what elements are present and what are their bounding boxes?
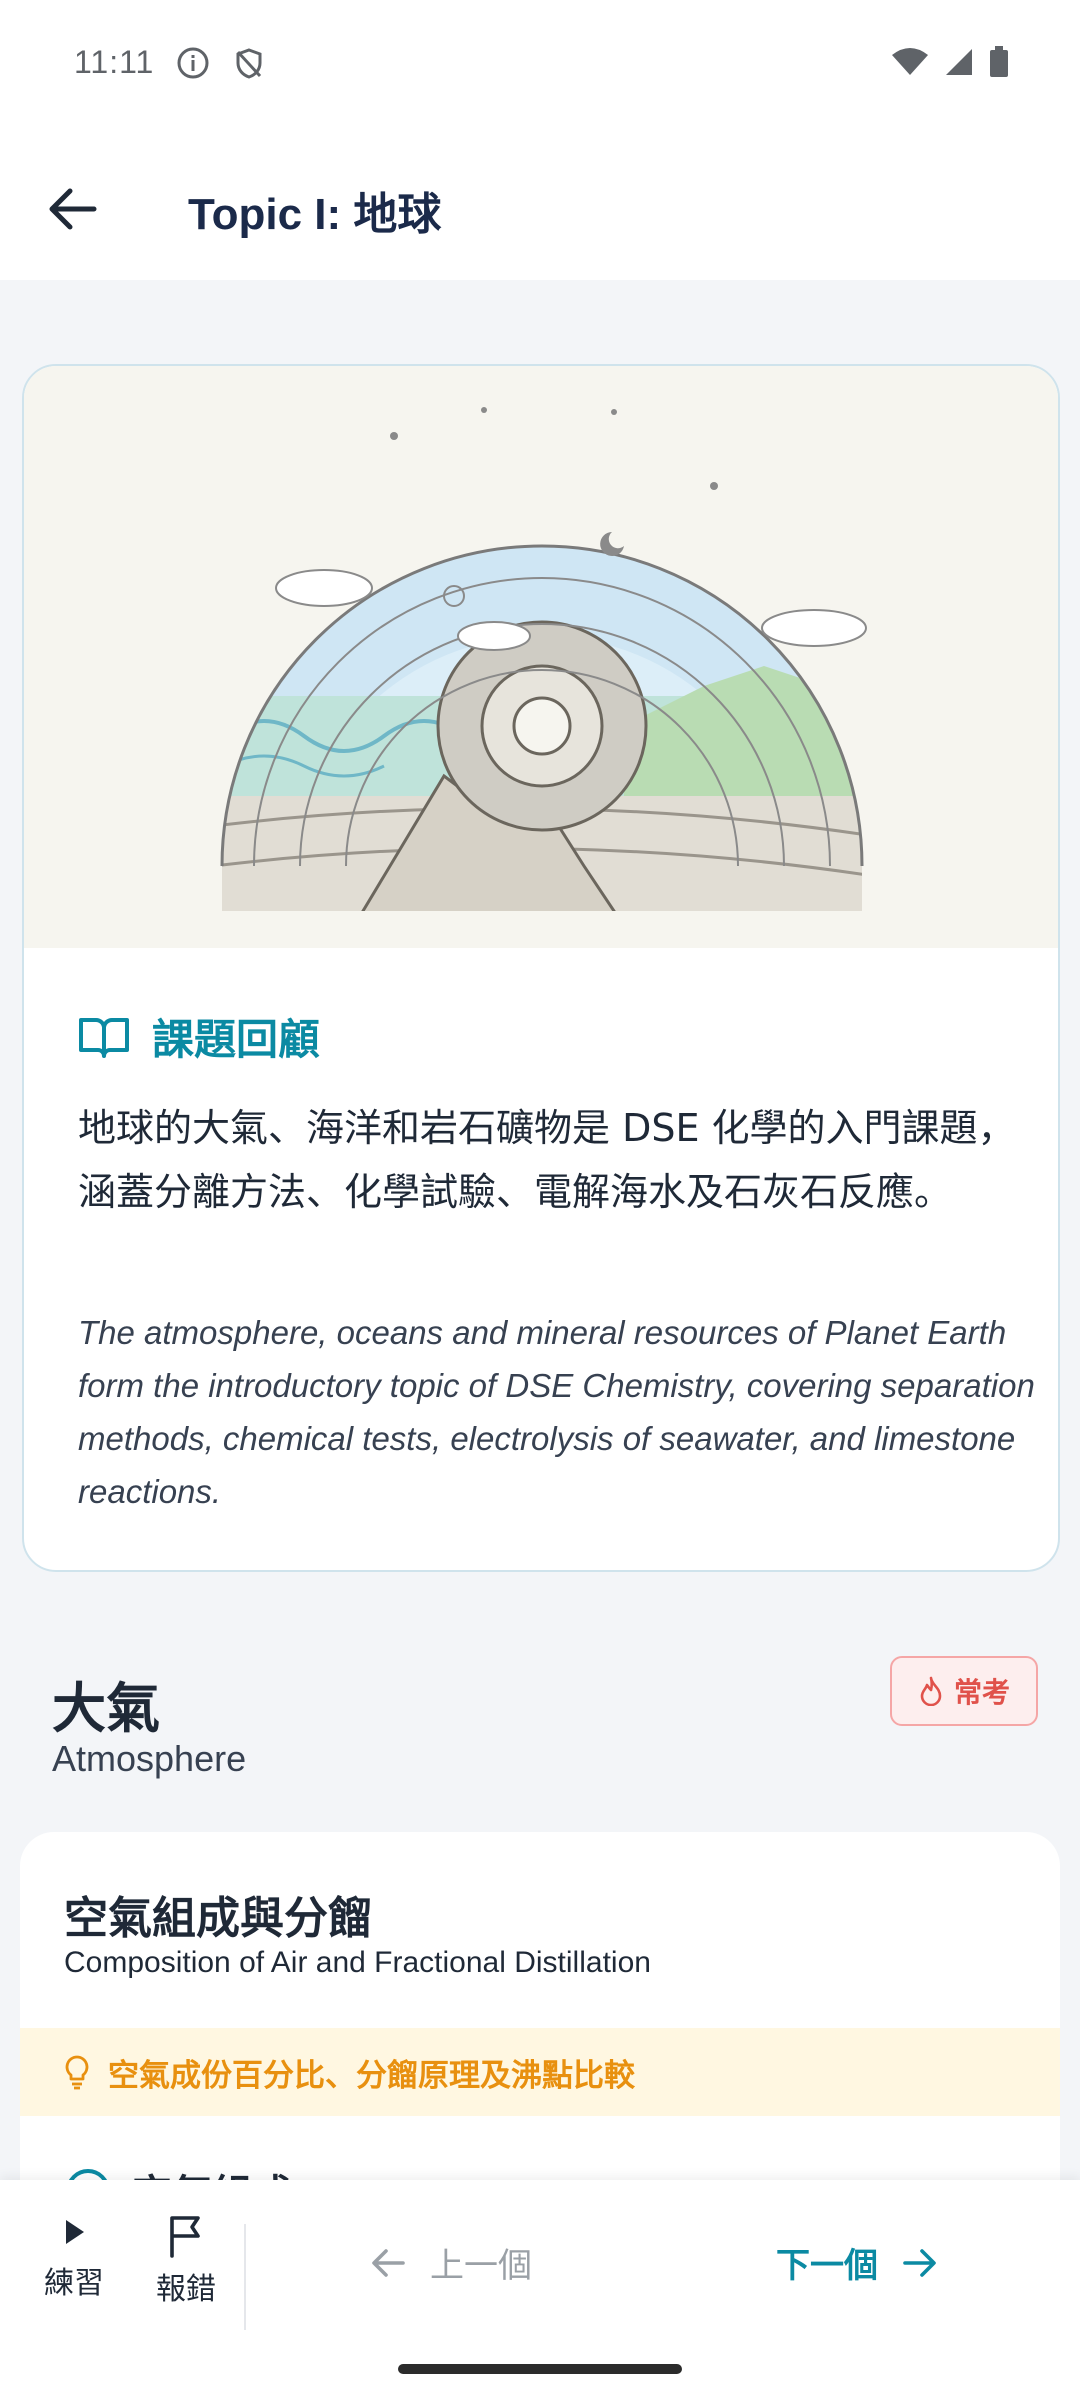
battery-icon (990, 46, 1008, 77)
status-time: 11:11 (74, 44, 155, 80)
wifi-icon (892, 48, 928, 75)
app-bar: Topic I: 地球 (0, 126, 1080, 280)
arrow-left-icon (372, 2248, 405, 2277)
status-bar: 11:11 (0, 0, 1080, 126)
next-label: 下一個 (776, 2246, 878, 2286)
shield-off-icon (236, 48, 262, 79)
report-label: 報錯 (156, 2272, 216, 2307)
review-body-en: The atmosphere, oceans and mineral resou… (78, 1314, 1035, 1510)
play-icon (66, 2220, 84, 2244)
arrow-left-icon (49, 188, 97, 230)
report-button[interactable]: 報錯 (156, 2212, 216, 2308)
review-header: 課題回顧 (78, 1006, 320, 1067)
frequent-badge-label: 常考 (953, 1676, 1010, 1709)
previous-label: 上一個 (430, 2246, 532, 2286)
review-heading: 課題回顧 (152, 1015, 321, 1064)
hint-text: 空氣成份百分比、分餾原理及沸點比較 (108, 2057, 635, 2094)
subtopic-title-en: Composition of Air and Fractional Distil… (64, 1946, 651, 1979)
flame-icon (920, 1676, 942, 1706)
info-icon (177, 47, 209, 79)
key-points-hint: 空氣成份百分比、分餾原理及沸點比較 (20, 2028, 1060, 2116)
book-open-icon (79, 1017, 129, 1058)
practice-label: 練習 (44, 2266, 104, 2301)
subtopic-title-zh: 空氣組成與分餾 (64, 1893, 372, 1944)
section-title-zh: 大氣 (52, 1677, 160, 1740)
earth-layers-illustration (24, 366, 1058, 948)
section-title-en: Atmosphere (52, 1738, 247, 1779)
topic-review-card: 課題回顧 地球的大氣、海洋和岩石礦物是 DSE 化學的入門課題，涵蓋分離方法、化… (22, 364, 1060, 1572)
next-button[interactable]: 下一個 (776, 2238, 938, 2287)
lightbulb-icon (65, 2055, 89, 2090)
practice-button[interactable]: 練習 (44, 2212, 104, 2302)
back-button[interactable] (40, 176, 106, 242)
signal-icon (946, 49, 972, 75)
frequent-badge: 常考 (890, 1656, 1038, 1726)
arrow-right-icon (903, 2248, 936, 2277)
flag-icon (170, 2216, 200, 2258)
review-body-zh: 地球的大氣、海洋和岩石礦物是 DSE 化學的入門課題，涵蓋分離方法、化學試驗、電… (78, 1106, 1016, 1214)
page-title: Topic I: 地球 (188, 190, 442, 239)
previous-button[interactable]: 上一個 (370, 2238, 532, 2287)
home-indicator[interactable] (398, 2364, 682, 2374)
bottom-divider (244, 2224, 246, 2330)
